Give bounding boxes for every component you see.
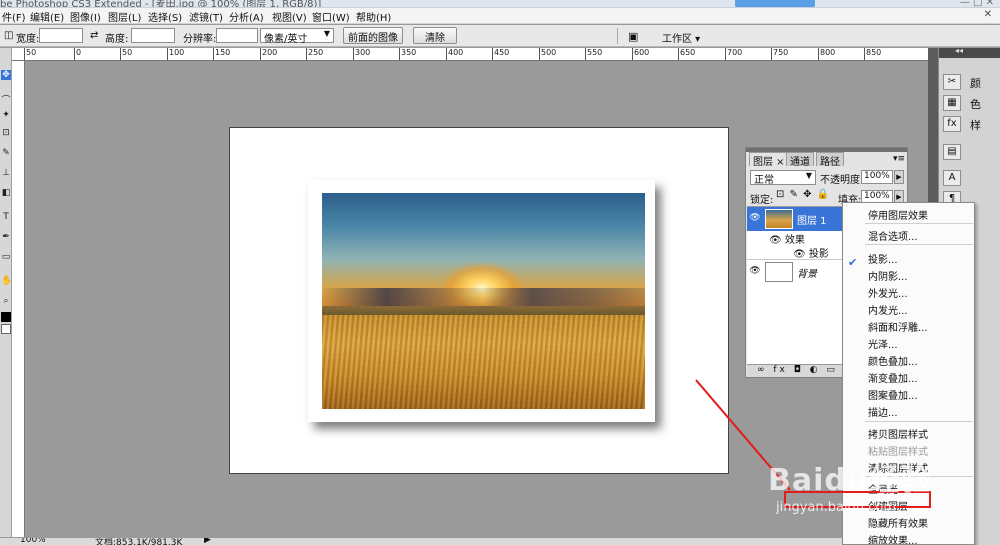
menu-item[interactable]: 内阴影... bbox=[868, 268, 908, 283]
menu-item[interactable]: 颜色叠加... bbox=[868, 353, 918, 368]
menu-item[interactable]: 内发光... bbox=[868, 302, 908, 317]
menu-item[interactable]: 描边... bbox=[868, 404, 898, 419]
menu-item[interactable]: 图案叠加... bbox=[868, 387, 918, 402]
menu-item[interactable]: 缩放效果... bbox=[868, 532, 918, 544]
check-icon: ✔ bbox=[848, 256, 858, 269]
menu-item[interactable]: 混合选项... bbox=[868, 228, 918, 243]
menu-divider bbox=[865, 244, 973, 245]
menu-item[interactable]: 隐藏所有效果 bbox=[868, 515, 928, 530]
watermark-url: jingyan.baidu.com bbox=[776, 500, 896, 515]
menu-divider bbox=[865, 223, 973, 224]
menu-item[interactable]: 投影... bbox=[868, 251, 898, 266]
menu-item[interactable]: 停用图层效果 bbox=[868, 207, 928, 222]
menu-divider bbox=[865, 421, 973, 422]
menu-item[interactable]: 渐变叠加... bbox=[868, 370, 918, 385]
menu-item[interactable]: 拷贝图层样式 bbox=[868, 426, 928, 441]
baidu-watermark: Baidu经验 bbox=[768, 463, 932, 498]
menu-item[interactable]: 外发光... bbox=[868, 285, 908, 300]
menu-item[interactable]: 光泽... bbox=[868, 336, 898, 351]
menu-item[interactable]: 斜面和浮雕... bbox=[868, 319, 928, 334]
